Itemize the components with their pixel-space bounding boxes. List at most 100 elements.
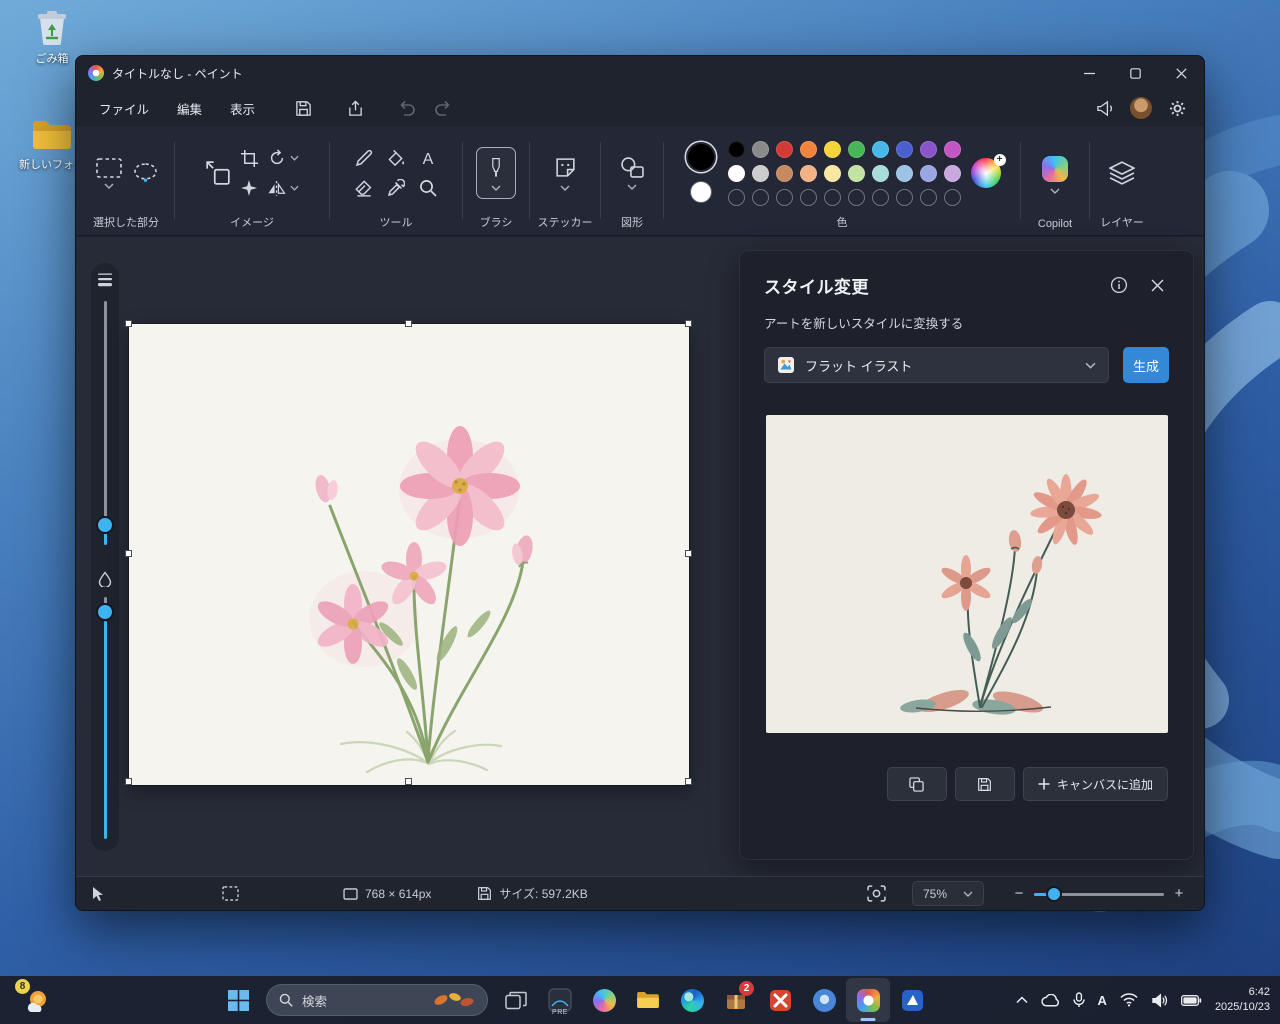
taskbar-app-paint[interactable] [846,978,890,1022]
taskbar-app-file-explorer[interactable] [626,978,670,1022]
color-swatch[interactable] [895,164,913,182]
empty-color-slot[interactable] [727,188,745,206]
color-wheel-button[interactable] [970,154,1006,188]
undo-button[interactable] [390,93,424,123]
selection-handle[interactable] [125,320,132,327]
selection-handle[interactable] [685,550,692,557]
color-swatch[interactable] [775,140,793,158]
zoom-in-button[interactable]: + [1170,885,1188,902]
taskbar-app-m365[interactable] [758,978,802,1022]
selection-handle[interactable] [685,320,692,327]
crop-icon[interactable] [240,149,259,168]
magic-select-icon[interactable] [240,179,258,197]
color-swatch[interactable] [799,164,817,182]
search-box[interactable]: 検索 [266,984,488,1016]
close-button[interactable] [1158,56,1204,90]
color-swatch[interactable] [871,140,889,158]
taskbar-app-package[interactable]: 2 [714,978,758,1022]
ime-indicator[interactable]: A [1098,993,1107,1008]
menu-file[interactable]: ファイル [86,93,162,124]
share-button[interactable] [338,93,372,123]
announcement-button[interactable] [1088,93,1122,123]
info-button[interactable] [1105,271,1133,299]
brush-tool-button[interactable] [476,147,516,199]
color-swatch[interactable] [919,140,937,158]
minimize-button[interactable] [1066,56,1112,90]
color-swatch[interactable] [943,164,961,182]
opacity-slider-thumb[interactable] [98,605,112,619]
sticker-button[interactable] [554,156,577,191]
chevron-down-icon[interactable] [104,183,114,189]
zoom-slider-thumb[interactable] [1048,887,1060,900]
layers-icon[interactable] [1109,161,1135,185]
taskbar-app-dev-preview[interactable]: PRE [538,978,582,1022]
copilot-button[interactable] [1042,156,1068,194]
pencil-icon[interactable] [355,149,373,167]
battery-icon[interactable] [1180,994,1202,1006]
drawing-canvas[interactable] [125,320,692,785]
flip-button[interactable] [267,180,299,197]
settings-button[interactable] [1160,93,1194,123]
add-to-canvas-button[interactable]: キャンバスに追加 [1022,767,1168,801]
color-swatch[interactable] [823,140,841,158]
selection-handle[interactable] [685,778,692,785]
onedrive-cloud-icon[interactable] [1040,993,1060,1007]
color-swatch[interactable] [895,140,913,158]
text-tool-icon[interactable]: A [420,149,436,167]
copy-result-button[interactable] [886,767,947,801]
rotate-button[interactable] [268,149,299,167]
color-swatch[interactable] [727,164,745,182]
start-button[interactable] [216,978,260,1022]
selection-handle[interactable] [405,778,412,785]
generated-preview-image[interactable] [766,415,1168,733]
color-swatch[interactable] [943,140,961,158]
empty-color-slot[interactable] [799,188,817,206]
color-swatch[interactable] [847,140,865,158]
redo-button[interactable] [426,93,460,123]
shapes-button[interactable] [620,156,644,190]
taskbar-app-tools[interactable] [890,978,934,1022]
empty-color-slot[interactable] [895,188,913,206]
size-slider-thumb[interactable] [98,518,112,532]
maximize-button[interactable] [1112,56,1158,90]
empty-color-slot[interactable] [943,188,961,206]
empty-color-slot[interactable] [871,188,889,206]
empty-color-slot[interactable] [847,188,865,206]
selection-handle[interactable] [405,320,412,327]
clock[interactable]: 6:42 2025/10/23 [1215,985,1270,1015]
widgets-button[interactable]: 8 [12,978,60,1022]
generate-button[interactable]: 生成 [1123,347,1169,383]
rect-select-icon[interactable] [95,157,122,178]
freeform-select-icon[interactable] [133,162,157,184]
save-button[interactable] [286,93,320,123]
fit-to-screen-icon[interactable] [867,885,886,902]
color-swatch[interactable] [727,140,745,158]
color-swatch[interactable] [751,164,769,182]
microphone-icon[interactable] [1072,992,1085,1008]
empty-color-slot[interactable] [919,188,937,206]
panel-close-button[interactable] [1143,271,1171,299]
title-bar[interactable]: タイトルなし - ペイント [76,56,1204,90]
resize-icon[interactable] [205,160,231,186]
taskbar-app-teams[interactable] [802,978,846,1022]
menu-view[interactable]: 表示 [217,93,268,124]
fill-icon[interactable] [386,149,406,168]
color-swatch[interactable] [775,164,793,182]
color-swatch[interactable] [847,164,865,182]
empty-color-slot[interactable] [751,188,769,206]
eyedropper-icon[interactable] [387,179,405,197]
empty-color-slot[interactable] [823,188,841,206]
hidden-icons-chevron[interactable] [1016,996,1028,1004]
color-swatch[interactable] [799,140,817,158]
size-slider-track[interactable] [103,301,107,519]
magnifier-icon[interactable] [419,179,437,197]
taskbar-app-copilot[interactable] [582,978,626,1022]
color-swatch[interactable] [871,164,889,182]
color-swatch[interactable] [919,164,937,182]
zoom-out-button[interactable]: − [1010,885,1028,902]
color-swatch[interactable] [823,164,841,182]
color-swatch[interactable] [751,140,769,158]
taskbar-app-edge[interactable] [670,978,714,1022]
zoom-level-select[interactable]: 75% [911,881,984,906]
eraser-icon[interactable] [354,179,374,197]
